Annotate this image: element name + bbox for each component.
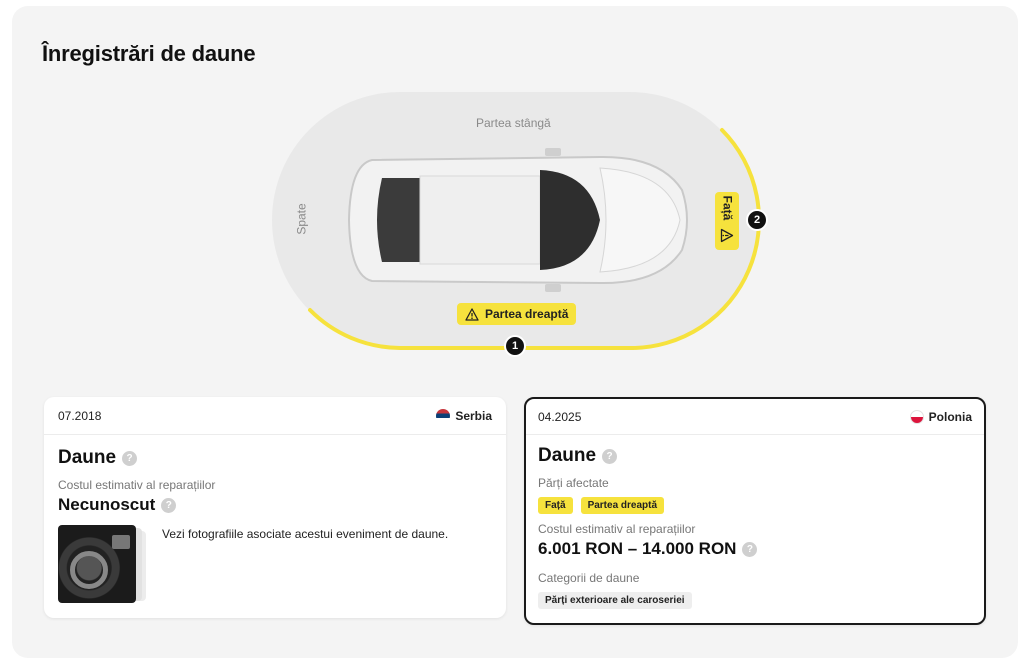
damage-heading: Daune ?	[58, 447, 492, 469]
warning-icon	[465, 307, 479, 321]
damage-heading: Daune ?	[538, 445, 972, 467]
repair-cost-label: Costul estimativ al reparațiilor	[538, 522, 696, 536]
serbia-flag-icon	[436, 408, 451, 423]
poland-flag-icon	[909, 409, 924, 424]
tag-right-side[interactable]: Partea dreaptă	[457, 303, 577, 325]
help-icon[interactable]: ?	[161, 497, 177, 513]
car-image	[347, 148, 688, 292]
damage-categories: Părți exterioare ale caroseriei	[538, 592, 972, 609]
card-header: 04.2025 Polonia	[526, 399, 984, 435]
repair-cost-value: 6.001 RON – 14.000 RON	[538, 539, 737, 558]
affected-parts-label: Părți afectate	[538, 476, 609, 490]
damage-categories-label: Categorii de daune	[538, 571, 640, 585]
record-date: 04.2025	[538, 409, 582, 424]
car-rear-window	[377, 178, 420, 262]
repair-cost-value-row: Necunoscut ?	[58, 495, 492, 515]
repair-cost-label: Costul estimativ al reparațiilor	[58, 478, 216, 492]
country-name: Serbia	[455, 408, 492, 423]
part-chip: Față	[538, 497, 573, 514]
car-roof	[419, 175, 541, 265]
affected-parts: Față Partea dreaptă	[538, 497, 972, 514]
repair-cost-value-row: 6.001 RON – 14.000 RON ?	[538, 539, 972, 559]
warning-icon	[720, 228, 734, 242]
damage-title: Daune	[58, 447, 117, 468]
part-chip: Partea dreaptă	[580, 497, 665, 514]
record-country: Serbia	[436, 408, 492, 423]
tag-right-side-label: Partea dreaptă	[485, 307, 569, 321]
card-header: 07.2018 Serbia	[44, 397, 506, 435]
photos-link-text[interactable]: Vezi fotografiile asociate acestui eveni…	[162, 527, 448, 603]
record-date: 07.2018	[58, 408, 102, 423]
record-country: Polonia	[909, 409, 972, 424]
category-chip: Părți exterioare ale caroseriei	[538, 592, 692, 609]
repair-cost-value: Necunoscut	[58, 495, 156, 514]
damage-marker-2[interactable]: 2	[746, 209, 768, 231]
damage-record-card-selected[interactable]: 04.2025 Polonia Daune ? Părți afectate F…	[524, 397, 986, 625]
help-icon[interactable]: ?	[602, 448, 618, 464]
damage-record-card[interactable]: 07.2018 Serbia Daune ? Costul estimativ …	[44, 397, 506, 618]
label-rear: Spate	[294, 203, 309, 235]
tag-front[interactable]: Față	[715, 192, 739, 250]
damage-photo-thumbnail[interactable]	[58, 525, 136, 603]
country-name: Polonia	[928, 409, 972, 424]
help-icon[interactable]: ?	[742, 541, 758, 557]
damage-title: Daune	[538, 445, 597, 466]
label-left-side: Partea stângă	[476, 116, 551, 130]
help-icon[interactable]: ?	[122, 450, 138, 466]
damage-marker-1[interactable]: 1	[504, 335, 526, 357]
tag-front-label: Față	[720, 195, 734, 220]
photo-stack[interactable]	[58, 525, 148, 603]
damage-photos[interactable]: Vezi fotografiile asociate acestui eveni…	[58, 525, 492, 603]
car-damage-diagram: Partea stângă Spate Partea dreaptă Față …	[0, 0, 1024, 380]
